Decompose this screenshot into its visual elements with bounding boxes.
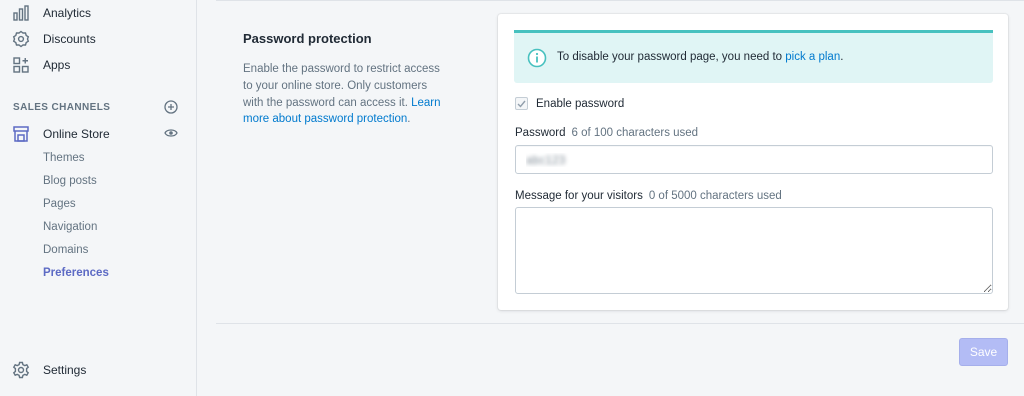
sidebar-subitem-themes[interactable]: Themes [43,152,85,164]
section-description: Enable the password to restrict access t… [243,61,443,128]
info-banner: To disable your password page, you need … [514,30,993,83]
eye-icon [164,129,178,137]
password-char-count: 6 of 100 characters used [571,127,699,139]
message-char-count: 0 of 5000 characters used [648,190,782,202]
sales-channels-heading: SALES CHANNELS [13,102,111,113]
section-title: Password protection [243,31,372,46]
enable-password-checkbox[interactable] [515,97,528,110]
visitor-message-textarea[interactable] [515,207,993,294]
sidebar-subitem-preferences[interactable]: Preferences [43,267,109,279]
sidebar-item-settings[interactable]: Settings [0,358,196,382]
sidebar-item-analytics[interactable]: Analytics [0,1,196,25]
message-label-row: Message for your visitors 0 of 5000 chara… [515,190,782,202]
sidebar-item-discounts[interactable]: Discounts [0,27,196,51]
gear-icon [12,361,30,379]
sidebar-item-apps[interactable]: Apps [0,53,196,77]
info-icon [527,48,547,68]
sidebar-item-label: Settings [43,363,87,377]
password-label: Password [515,127,566,139]
save-button[interactable]: Save [959,338,1008,366]
analytics-icon [12,4,30,22]
apps-icon [12,56,30,74]
password-label-row: Password 6 of 100 characters used [515,127,698,139]
enable-password-row[interactable]: Enable password [515,97,624,110]
pick-a-plan-link[interactable]: pick a plan [785,51,840,63]
banner-suffix: . [840,51,844,63]
sidebar-subitem-navigation[interactable]: Navigation [43,221,97,233]
main-content: Password protection Enable the password … [197,0,1024,396]
sidebar-subitem-pages[interactable]: Pages [43,198,76,210]
checkmark-icon [517,100,526,108]
enable-password-label: Enable password [536,97,625,110]
message-label: Message for your visitors [515,190,643,202]
sidebar: Analytics Discounts Apps SALES CHANNELS [0,0,197,396]
banner-message: To disable your password page, you need … [557,51,843,63]
sidebar-item-label: Apps [43,58,71,72]
sidebar-item-label: Analytics [43,6,92,20]
divider [216,0,1024,1]
divider [216,323,1024,324]
add-sales-channel-button[interactable] [163,99,179,115]
password-input[interactable] [515,145,993,174]
banner-text: To disable your password page, you need … [557,51,783,63]
discount-icon [12,30,30,48]
sidebar-subitem-domains[interactable]: Domains [43,244,88,256]
sidebar-item-label: Online Store [43,127,110,141]
store-icon [12,125,30,143]
password-card: To disable your password page, you need … [498,14,1008,310]
view-online-store-button[interactable] [163,125,179,141]
sidebar-subitem-blog-posts[interactable]: Blog posts [43,175,97,187]
plus-circle-icon [164,100,178,114]
section-description-suffix: . [407,113,411,126]
sidebar-item-label: Discounts [43,32,96,46]
